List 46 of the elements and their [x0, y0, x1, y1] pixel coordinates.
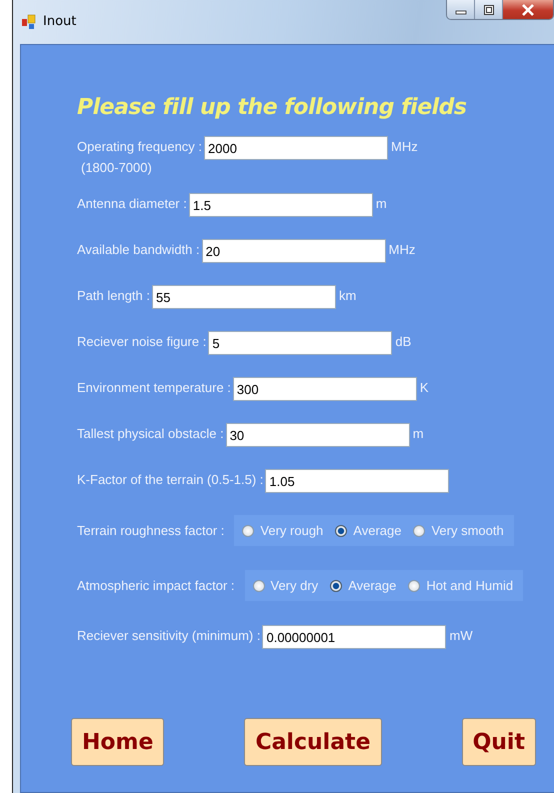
- action-button[interactable]: Quit: [462, 718, 536, 766]
- input-field[interactable]: 300: [232, 377, 417, 401]
- minimize-button[interactable]: [447, 0, 475, 19]
- action-button[interactable]: Home: [71, 718, 164, 766]
- field-label: Environment temperature :: [77, 379, 231, 395]
- field-label: Antenna diameter :: [77, 195, 187, 211]
- radio-button[interactable]: [242, 524, 254, 536]
- unit-label: m: [412, 425, 424, 441]
- range-note: (1800-7000): [81, 160, 153, 175]
- input-field[interactable]: 5: [208, 331, 392, 355]
- field-label: Reciever noise figure :: [77, 333, 206, 349]
- input-field[interactable]: 1.5: [188, 193, 373, 217]
- radio-button[interactable]: [330, 580, 342, 592]
- unit-label: dB: [395, 333, 412, 349]
- input-field[interactable]: 2000: [204, 136, 388, 160]
- input-field[interactable]: 0.00000001: [262, 625, 446, 649]
- field-label: Tallest physical obstacle :: [77, 425, 224, 441]
- field-label: Path length :: [77, 287, 150, 303]
- radio-button[interactable]: [413, 524, 426, 536]
- action-button[interactable]: Calculate: [244, 718, 382, 766]
- field-label: Available bandwidth :: [77, 241, 200, 257]
- input-field[interactable]: 55: [152, 285, 336, 309]
- form-heading: Please fill up the following fields: [77, 95, 468, 120]
- window-title: Inout: [43, 14, 76, 29]
- unit-label: K: [420, 379, 429, 395]
- close-icon: [521, 4, 535, 16]
- radio-button[interactable]: [335, 524, 348, 536]
- app-icon: [21, 14, 37, 30]
- radio-button[interactable]: [408, 580, 420, 592]
- field-label: Reciever sensitivity (minimum) :: [77, 627, 260, 643]
- unit-label: mW: [449, 627, 473, 643]
- maximize-icon: [482, 4, 494, 16]
- unit-label: m: [376, 195, 387, 211]
- radio-button[interactable]: [252, 580, 264, 592]
- field-label: K-Factor of the terrain (0.5-1.5) :: [77, 471, 264, 487]
- input-field[interactable]: 30: [226, 423, 410, 447]
- maximize-button[interactable]: [475, 0, 503, 19]
- input-field[interactable]: 1.05: [265, 469, 450, 493]
- unit-label: km: [339, 287, 356, 303]
- input-field[interactable]: 20: [202, 239, 386, 263]
- group-label: Atmospheric impact factor :: [77, 578, 234, 593]
- group-label: Terrain roughness factor :: [77, 523, 224, 538]
- field-label: Operating frequency :: [77, 138, 202, 154]
- close-button[interactable]: [503, 0, 553, 19]
- unit-label: MHz: [391, 138, 418, 154]
- unit-label: MHz: [388, 241, 416, 257]
